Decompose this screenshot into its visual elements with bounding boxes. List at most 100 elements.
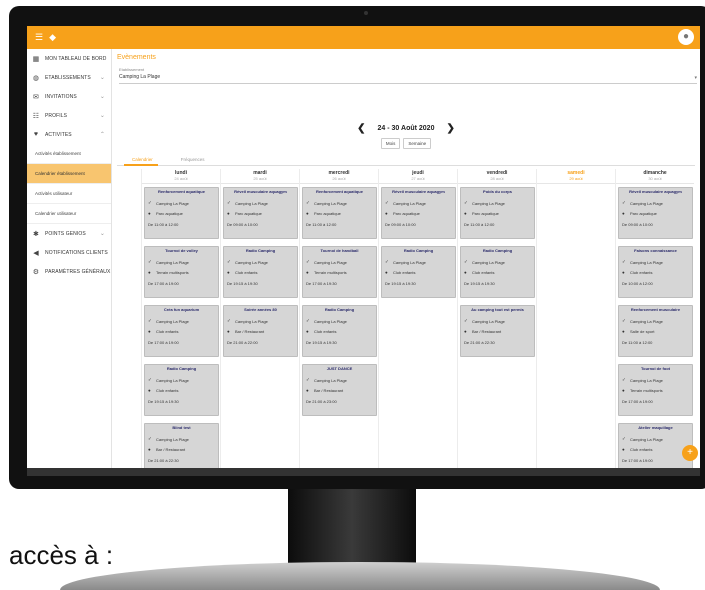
event-card[interactable]: Renforcement musculaire ✓ Camping La Plage… [618,305,693,357]
sidebar-subitem[interactable]: Activités établissement [27,144,111,164]
caption-text: accès à : [9,540,114,570]
view-buttons: Mois Semaine [112,138,700,149]
event-site-label: Camping La Plage [156,318,189,324]
tab-frequencies[interactable]: Fréquences [181,157,205,162]
check-icon: ✓ [622,200,626,205]
day-header: jeudi 27 août [379,170,457,184]
event-card[interactable]: Tournoi de volley ✓ Camping La Plage ● Terra… [144,246,219,298]
month-view-button[interactable]: Mois [380,138,401,149]
event-time: De 09:00 à 10:00 [385,222,416,227]
tab-indicator [124,164,158,166]
mail-icon: ✉ [33,93,39,101]
sidebar-item[interactable]: ◀ NOTIFICATIONS CLIENTS [27,243,111,262]
event-site-label: Camping La Plage [314,259,347,265]
sidebar-item-label: ACTIVITES [45,131,72,138]
check-icon: ✓ [622,259,626,264]
event-card[interactable]: Réveil musculaire aquagym ✓ Camping La Pla… [381,187,456,239]
event-time: De 17:00 à 19:00 [622,399,653,404]
event-site-label: Camping La Plage [630,200,663,206]
event-card[interactable]: Renforcement aquatique ✓ Camping La Plage ●… [302,187,377,239]
menu-icon[interactable]: ☰ [35,32,43,43]
event-place: ● Salle de sport [622,329,689,334]
sidebar-subitem[interactable]: Calendrier établissement [27,164,111,184]
location-pin-icon: ● [227,270,230,275]
check-icon: ✓ [227,259,231,264]
event-card[interactable]: Radio Camping ✓ Camping La Plage ● Club enfa… [223,246,298,298]
logo-icon[interactable]: ◆ [49,32,56,43]
event-place-label: Club enfants [314,329,337,334]
sidebar-item[interactable]: ✉ INVITATIONS ⌄ [27,87,111,106]
event-title: Soirée années 80 [244,307,277,312]
add-event-button[interactable]: + [682,445,698,461]
event-time: De 21:00 à 22:30 [464,340,495,345]
user-avatar-icon[interactable]: ● [678,29,694,45]
event-time: De 09:00 à 10:00 [622,222,653,227]
event-card[interactable]: Poids du corps ✓ Camping La Plage ● Parc aqu… [460,187,535,239]
event-card[interactable]: Au camping tout est permis ✓ Camping La Pl… [460,305,535,357]
event-place-label: Club enfants [393,270,416,275]
chevron-icon: ⌄ [99,75,105,81]
heart-icon: ♥ [33,131,39,138]
event-card[interactable]: Radio Camping ✓ Camping La Plage ● Club enfa… [144,364,219,416]
event-card[interactable]: Radio Camping ✓ Camping La Plage ● Club enfa… [460,246,535,298]
sidebar-item[interactable]: ◍ ETABLISSEMENTS ⌄ [27,68,111,87]
event-site: ✓ Camping La Plage [306,259,373,265]
sidebar-item[interactable]: ✱ POINTS GENIOS ⌄ [27,224,111,243]
event-site-label: Camping La Plage [472,318,505,324]
prev-week-button[interactable]: ❮ [357,123,365,134]
sidebar-item[interactable]: ▦ MON TABLEAU DE BORD [27,49,111,68]
monitor-base [60,562,660,590]
event-card[interactable]: Tournoi de handball ✓ Camping La Plage ● Ter… [302,246,377,298]
day-column: lundi 24 août Renforcement aquatique ✓ Campi… [141,169,220,476]
event-place: ● Parc aquatique [464,211,531,216]
event-title: Réveil musculaire aquagym [392,189,445,194]
week-view-button[interactable]: Semaine [403,138,432,149]
event-place: ● Terrain multisports [148,270,215,275]
sidebar-item[interactable]: ⚙ PARAMÈTRES GÉNÉRAUX ⌄ [27,262,111,281]
sidebar-item[interactable]: ☷ PROFILS ⌄ [27,106,111,125]
event-title: Renforcement aquatique [316,189,363,194]
sidebar-item[interactable]: ♥ ACTIVITES ⌃ [27,125,111,144]
check-icon: ✓ [464,318,468,323]
event-card[interactable]: Renforcement aquatique ✓ Camping La Plage ●… [144,187,219,239]
location-pin-icon: ● [148,329,151,334]
event-place-label: Bar / Restaurant [156,447,186,452]
establishment-select[interactable]: Camping La Plage ▾ [119,74,697,84]
day-header: vendredi 28 août [458,170,536,184]
day-column: vendredi 28 août Poids du corps ✓ Camping La… [457,169,536,476]
event-card[interactable]: Radio Camping ✓ Camping La Plage ● Club enfa… [302,305,377,357]
chevron-icon: ⌄ [99,113,105,119]
event-place: ● Bar / Restaurant [464,329,531,334]
event-card[interactable]: Tournoi de foot ✓ Camping La Plage ● Terrain… [618,364,693,416]
day-column: mardi 25 août Réveil musculaire aquagym ✓ Ca… [220,169,299,476]
event-site: ✓ Camping La Plage [464,318,531,324]
event-site-label: Camping La Plage [472,200,505,206]
event-card[interactable]: Réveil musculaire aquagym ✓ Camping La Pla… [618,187,693,239]
event-title: Radio Camping [403,248,434,253]
location-pin-icon: ● [306,211,309,216]
sidebar-item-label: INVITATIONS [45,93,77,100]
event-title: Réveil musculaire aquagym [629,189,682,194]
event-card[interactable]: JUST DANCE ✓ Camping La Plage ● Bar / Restau… [302,364,377,416]
location-pin-icon: ● [464,211,467,216]
event-site-label: Camping La Plage [314,318,347,324]
sidebar-subitem[interactable]: Activités utilisateur [27,184,111,204]
event-site-label: Camping La Plage [393,200,426,206]
establishment-value: Camping La Plage [119,74,161,80]
event-card[interactable]: Faisons connaissance ✓ Camping La Plage ● Cl… [618,246,693,298]
event-title: Radio Camping [245,248,276,253]
sidebar-subitem[interactable]: Calendrier utilisateur [27,204,111,224]
next-week-button[interactable]: ❯ [446,123,454,134]
tab-calendar[interactable]: Calendrier [132,157,153,162]
event-card[interactable]: Réveil musculaire aquagym ✓ Camping La Pla… [223,187,298,239]
dashboard-icon: ▦ [32,55,40,63]
event-time: De 17:00 à 19:30 [306,281,337,286]
location-pin-icon: ● [385,211,388,216]
event-card[interactable]: Soirée années 80 ✓ Camping La Plage ● Bar / … [223,305,298,357]
megaphone-icon: ◀ [33,249,39,257]
event-title: Réveil musculaire aquagym [234,189,287,194]
event-card[interactable]: Radio Camping ✓ Camping La Plage ● Club enfa… [381,246,456,298]
check-icon: ✓ [148,200,152,205]
event-card[interactable]: Créa fun aquarium ✓ Camping La Plage ● Club … [144,305,219,357]
event-title: Blind test [172,425,191,430]
